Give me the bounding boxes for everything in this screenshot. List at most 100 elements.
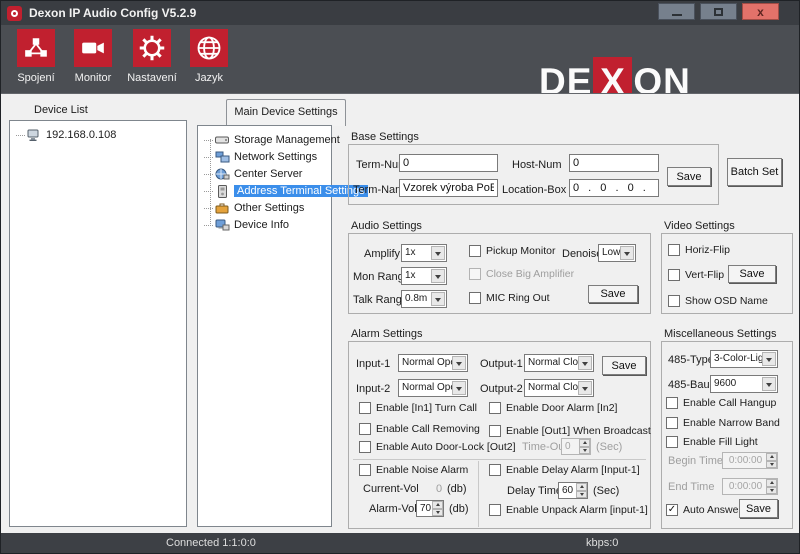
tree-connector: [204, 225, 213, 226]
location-box-ip-label: Location-Box IP: [502, 184, 580, 196]
tree-item-address-terminal-settings[interactable]: Address Terminal Settings: [204, 183, 368, 199]
batch-set-button[interactable]: Batch Set: [727, 158, 782, 186]
checkbox-label: Vert-Flip: [685, 269, 724, 281]
checkbox-box: [668, 295, 680, 307]
audio-settings-title: Audio Settings: [351, 220, 422, 232]
amplify-dropdown[interactable]: 1x: [401, 244, 447, 262]
input1-value: Normal Open: [402, 357, 452, 368]
alarm-vol-label: Alarm-Vol: [369, 503, 417, 515]
checkbox-label: Show OSD Name: [685, 295, 768, 307]
enable-out1-when-broadcast-checkbox[interactable]: Enable [Out1] When Broadcast: [489, 425, 651, 437]
checkbox-box: [469, 245, 481, 257]
talk-range-dropdown[interactable]: 0.8m: [401, 290, 447, 308]
output2-dropdown[interactable]: Normal Close: [524, 379, 594, 397]
tree-item-network-settings[interactable]: Network Settings: [204, 149, 317, 165]
checkbox-box: [489, 504, 501, 516]
tree-item-center-server[interactable]: Center Server: [204, 166, 302, 182]
end-time-label: End Time: [668, 481, 714, 493]
checkbox-label: Enable Call Hangup: [683, 397, 776, 409]
enable-in1-turn-call-checkbox[interactable]: Enable [In1] Turn Call: [359, 402, 477, 414]
current-vol-value: 0: [436, 483, 442, 495]
talk-range-label: Talk Range: [353, 294, 408, 306]
enable-door-alarm-checkbox[interactable]: Enable Door Alarm [In2]: [489, 402, 617, 414]
denoise-dropdown[interactable]: Low: [598, 244, 636, 262]
horiz-flip-checkbox[interactable]: Horiz-Flip: [668, 244, 730, 256]
pickup-monitor-checkbox[interactable]: Pickup Monitor: [469, 245, 555, 257]
chevron-down-icon: [431, 246, 445, 260]
toolbar-button-monitor[interactable]: Monitor: [62, 29, 124, 84]
output1-dropdown[interactable]: Normal Close: [524, 354, 594, 372]
location-box-ip-field[interactable]: [569, 179, 659, 197]
device-list-item-label: 192.168.0.108: [46, 129, 116, 141]
window-title: Dexon IP Audio Config V5.2.9: [29, 6, 196, 20]
enable-narrow-band-checkbox[interactable]: Enable Narrow Band: [666, 417, 780, 429]
checkbox-box: [489, 425, 501, 437]
toolbar-button-nastaveni[interactable]: Nastavení: [121, 29, 183, 84]
base-save-button[interactable]: Save: [667, 167, 711, 186]
checkbox-box: [359, 441, 371, 453]
spinner-arrows-icon: [576, 483, 587, 498]
tab-main-device-settings[interactable]: Main Device Settings: [226, 99, 346, 126]
chevron-down-icon: [578, 381, 592, 395]
enable-unpack-alarm-checkbox[interactable]: Enable Unpack Alarm [input-1]: [489, 504, 648, 516]
input2-dropdown[interactable]: Normal Open: [398, 379, 468, 397]
computer-info-icon: [215, 219, 230, 231]
checkbox-label: Enable Door Alarm [In2]: [506, 402, 617, 414]
tree-item-storage-management[interactable]: Storage Management: [204, 132, 340, 148]
close-button[interactable]: x: [742, 3, 779, 20]
checkbox-label: Enable Delay Alarm [Input-1]: [506, 464, 640, 476]
485-type-label: 485-Type: [668, 354, 714, 366]
begin-time-value: 0:00:00: [726, 455, 765, 466]
main-area: Device List 192.168.0.108 Main Device Se…: [1, 93, 799, 535]
alarm-save-button[interactable]: Save: [602, 356, 646, 375]
video-save-button[interactable]: Save: [728, 265, 776, 283]
485-type-dropdown[interactable]: 3-Color-Light: [710, 350, 778, 368]
alarm-vol-value: 70: [420, 503, 431, 514]
enable-delay-alarm-checkbox[interactable]: Enable Delay Alarm [Input-1]: [489, 464, 640, 476]
device-icon: [27, 129, 42, 142]
485-baud-dropdown[interactable]: 9600: [710, 375, 778, 393]
input1-dropdown[interactable]: Normal Open: [398, 354, 468, 372]
current-vol-label: Current-Vol: [363, 483, 419, 495]
status-kbps: kbps:0: [586, 537, 618, 549]
storage-icon: [215, 134, 230, 146]
checkbox-box: [489, 464, 501, 476]
maximize-button[interactable]: [700, 3, 737, 20]
term-num-field[interactable]: [399, 154, 498, 172]
chevron-down-icon: [762, 352, 776, 366]
talk-range-value: 0.8m: [405, 293, 431, 304]
tree-connector: [204, 140, 213, 141]
checkbox-box: [489, 402, 501, 414]
tree-item-other-settings[interactable]: Other Settings: [204, 200, 304, 216]
status-connection: Connected 1:1:0:0: [166, 537, 256, 549]
delay-time-spinner[interactable]: 60: [558, 482, 588, 499]
auto-answer-checkbox[interactable]: ✓Auto Answer: [666, 504, 742, 516]
checkbox-box-checked: ✓: [666, 504, 678, 516]
spinner-arrows-icon: [579, 439, 590, 454]
terminal-icon: [215, 185, 230, 198]
vert-flip-checkbox[interactable]: Vert-Flip: [668, 269, 724, 281]
enable-noise-alarm-checkbox[interactable]: Enable Noise Alarm: [359, 464, 468, 476]
show-osd-name-checkbox[interactable]: Show OSD Name: [668, 295, 768, 307]
globe-icon: [190, 29, 228, 67]
alarm-vol-spinner[interactable]: 70: [416, 500, 444, 517]
input2-value: Normal Open: [402, 382, 452, 393]
time-out-value: 0: [565, 441, 578, 452]
misc-save-button[interactable]: Save: [739, 499, 778, 518]
tree-item-label: Other Settings: [234, 202, 304, 214]
tree-item-device-info[interactable]: Device Info: [204, 217, 289, 233]
mic-ring-out-checkbox[interactable]: MIC Ring Out: [469, 292, 550, 304]
mon-range-dropdown[interactable]: 1x: [401, 267, 447, 285]
toolbar-button-spojeni[interactable]: Spojení: [5, 29, 67, 84]
enable-call-hangup-checkbox[interactable]: Enable Call Hangup: [666, 397, 776, 409]
enable-fill-light-checkbox[interactable]: Enable Fill Light: [666, 436, 758, 448]
audio-save-button[interactable]: Save: [588, 285, 638, 303]
enable-call-removing-checkbox[interactable]: Enable Call Removing: [359, 423, 480, 435]
device-list-item[interactable]: 192.168.0.108: [16, 127, 116, 143]
host-num-field[interactable]: [569, 154, 659, 172]
enable-auto-door-lock-checkbox[interactable]: Enable Auto Door-Lock [Out2]: [359, 441, 516, 453]
term-name-field[interactable]: [399, 179, 498, 197]
toolbar-button-label: Nastavení: [121, 72, 183, 84]
toolbar-button-jazyk[interactable]: Jazyk: [178, 29, 240, 84]
minimize-button[interactable]: [658, 3, 695, 20]
